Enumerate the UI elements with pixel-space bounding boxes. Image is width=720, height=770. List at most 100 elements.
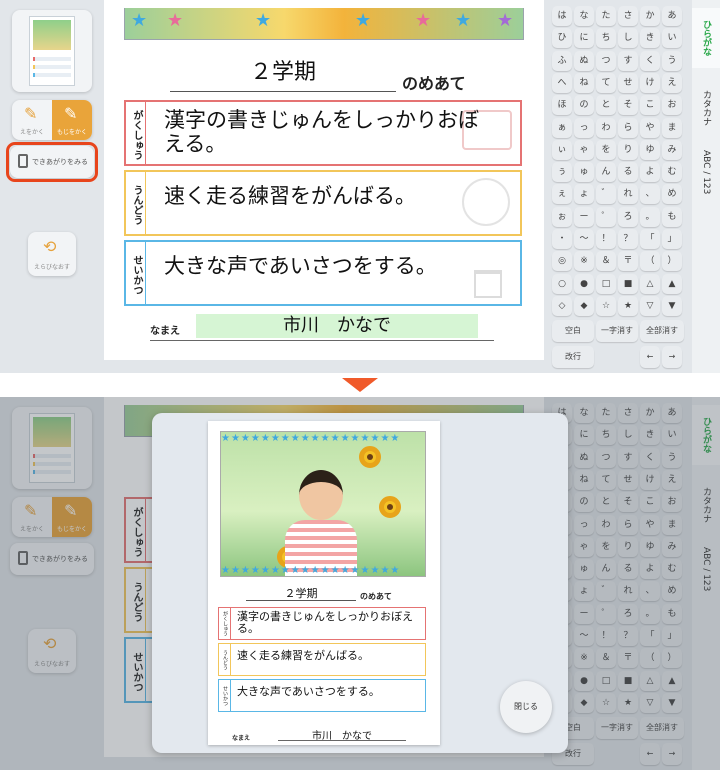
kana-key[interactable]: れ: [618, 184, 638, 205]
kana-key[interactable]: ち: [596, 28, 616, 49]
kana-key[interactable]: っ: [574, 117, 594, 138]
kana-key[interactable]: お: [662, 95, 682, 116]
kana-key[interactable]: ぁ: [552, 117, 572, 138]
left-arrow-key[interactable]: ←: [640, 346, 660, 369]
right-arrow-key[interactable]: →: [662, 346, 682, 369]
kana-key[interactable]: ！: [596, 229, 616, 249]
kana-key[interactable]: ほ: [552, 95, 572, 116]
kana-key[interactable]: ◆: [574, 295, 594, 316]
kana-key[interactable]: を: [596, 139, 616, 160]
kana-key[interactable]: ま: [662, 117, 682, 138]
kana-key[interactable]: □: [596, 273, 616, 294]
kana-key[interactable]: き: [640, 28, 660, 49]
kana-key[interactable]: ◇: [552, 295, 572, 316]
kana-key[interactable]: ▲: [662, 273, 682, 294]
kana-key[interactable]: ね: [574, 72, 594, 93]
kana-key[interactable]: ぉ: [552, 206, 572, 227]
kana-key[interactable]: ぬ: [574, 50, 594, 71]
kana-key[interactable]: す: [618, 50, 638, 71]
kana-key[interactable]: ＆: [596, 251, 616, 272]
kana-key[interactable]: め: [662, 184, 682, 205]
space-key[interactable]: 空白: [552, 320, 594, 343]
kana-key[interactable]: う: [662, 50, 682, 71]
kana-key[interactable]: ぇ: [552, 184, 572, 205]
kana-key[interactable]: や: [640, 117, 660, 138]
kana-key[interactable]: ・: [552, 229, 572, 249]
kana-key[interactable]: た: [596, 6, 616, 26]
clear-all-key[interactable]: 全部消す: [640, 320, 684, 343]
kana-key[interactable]: と: [596, 95, 616, 116]
kana-key[interactable]: ☆: [596, 295, 616, 316]
kana-key[interactable]: ※: [574, 251, 594, 272]
kana-key[interactable]: え: [662, 72, 682, 93]
tab-katakana[interactable]: カタカナ: [692, 80, 720, 136]
kana-key[interactable]: ）: [662, 251, 682, 272]
kana-key[interactable]: ゛: [596, 184, 616, 205]
kana-key[interactable]: る: [618, 162, 638, 183]
kana-key[interactable]: ゆ: [640, 139, 660, 160]
kana-key[interactable]: ぃ: [552, 139, 572, 160]
kana-key[interactable]: の: [574, 95, 594, 116]
kana-key[interactable]: か: [640, 6, 660, 26]
kana-key[interactable]: ゅ: [574, 162, 594, 183]
page-thumbnail[interactable]: [12, 10, 92, 92]
kana-key[interactable]: ん: [596, 162, 616, 183]
kana-key[interactable]: 。: [640, 206, 660, 227]
name-field[interactable]: 市川 かなで: [196, 314, 478, 338]
kana-key[interactable]: 〜: [574, 229, 594, 249]
kana-key[interactable]: ー: [574, 206, 594, 227]
kana-key[interactable]: み: [662, 139, 682, 160]
kana-key[interactable]: ろ: [618, 206, 638, 227]
text-mode-button[interactable]: ✎ もじをかく: [52, 100, 92, 140]
kana-key[interactable]: む: [662, 162, 682, 183]
kana-key[interactable]: ひ: [552, 28, 572, 49]
goal-study[interactable]: がくしゅう 漢字の書きじゅんをしっかりおぼえる。: [124, 100, 522, 166]
kana-key[interactable]: ▼: [662, 295, 682, 316]
kana-key[interactable]: な: [574, 6, 594, 26]
kana-key[interactable]: わ: [596, 117, 616, 138]
kana-key[interactable]: 〒: [618, 251, 638, 272]
goal-life[interactable]: せいかつ 大きな声であいさつをする。: [124, 240, 522, 306]
kana-key[interactable]: △: [640, 273, 660, 294]
kana-key[interactable]: ？: [618, 229, 638, 249]
kana-key[interactable]: ふ: [552, 50, 572, 71]
kana-key[interactable]: 「: [640, 229, 660, 249]
delete-char-key[interactable]: 一字消す: [596, 320, 638, 343]
kana-key[interactable]: い: [662, 28, 682, 49]
kana-key[interactable]: へ: [552, 72, 572, 93]
kana-key[interactable]: ぅ: [552, 162, 572, 183]
kana-key[interactable]: ら: [618, 117, 638, 138]
kana-key[interactable]: ○: [552, 273, 572, 294]
tab-abc[interactable]: ABC / 123: [692, 140, 720, 204]
kana-key[interactable]: く: [640, 50, 660, 71]
kana-key[interactable]: 」: [662, 229, 682, 249]
kana-key[interactable]: も: [662, 206, 682, 227]
term-title[interactable]: ２学期: [170, 58, 396, 92]
reselect-button[interactable]: ⟲ えらびなおす: [28, 232, 76, 276]
kana-key[interactable]: （: [640, 251, 660, 272]
kana-key[interactable]: さ: [618, 6, 638, 26]
kana-key[interactable]: に: [574, 28, 594, 49]
draw-mode-button[interactable]: ✎ えをかく: [12, 100, 52, 140]
kana-key[interactable]: こ: [640, 95, 660, 116]
kana-key[interactable]: そ: [618, 95, 638, 116]
kana-key[interactable]: よ: [640, 162, 660, 183]
newline-key[interactable]: 改行: [552, 346, 594, 369]
tab-hiragana[interactable]: ひらがな: [692, 8, 720, 68]
close-button[interactable]: 閉じる: [500, 681, 552, 733]
kana-key[interactable]: け: [640, 72, 660, 93]
kana-key[interactable]: ★: [618, 295, 638, 316]
goal-exercise[interactable]: うんどう 速く走る練習をがんばる。: [124, 170, 522, 236]
kana-key[interactable]: ■: [618, 273, 638, 294]
kana-key[interactable]: て: [596, 72, 616, 93]
kana-key[interactable]: は: [552, 6, 572, 26]
kana-key[interactable]: つ: [596, 50, 616, 71]
kana-key[interactable]: ょ: [574, 184, 594, 205]
kana-key[interactable]: ◎: [552, 251, 572, 272]
kana-key[interactable]: あ: [662, 6, 682, 26]
kana-key[interactable]: ▽: [640, 295, 660, 316]
kana-key[interactable]: し: [618, 28, 638, 49]
kana-key[interactable]: ゃ: [574, 139, 594, 160]
kana-key[interactable]: 、: [640, 184, 660, 205]
kana-key[interactable]: せ: [618, 72, 638, 93]
